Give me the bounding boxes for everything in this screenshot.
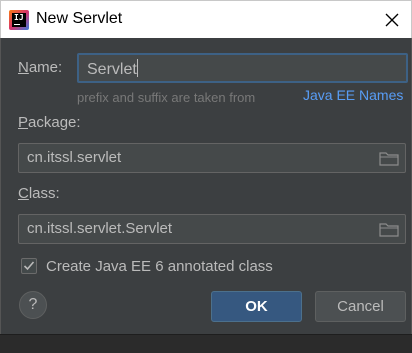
title-bar: IJ New Servlet [0,0,412,38]
annotated-class-checkbox[interactable] [21,258,37,274]
package-value: cn.itssl.servlet [27,149,122,166]
ok-button[interactable]: OK [211,291,302,322]
java-ee-names-link[interactable]: Java EE Names [303,87,403,103]
new-servlet-dialog: Name: Servlet prefix and suffix are take… [0,38,412,334]
folder-icon[interactable] [379,221,399,237]
help-button[interactable]: ? [19,291,47,319]
class-label: Class: [18,185,60,202]
name-hint: prefix and suffix are taken from [77,90,256,105]
package-label: Package: [18,114,81,131]
package-field[interactable]: cn.itssl.servlet [18,143,406,173]
checkmark-icon [23,261,35,271]
intellij-idea-icon: IJ [9,10,29,30]
name-input[interactable]: Servlet [77,53,408,83]
cancel-button[interactable]: Cancel [315,291,406,322]
background-editor-strip [0,334,412,353]
class-field[interactable]: cn.itssl.servlet.Servlet [18,214,406,244]
name-label: Name: [18,59,63,76]
class-value: cn.itssl.servlet.Servlet [27,220,173,237]
window-title: New Servlet [36,10,123,27]
close-icon [385,13,399,27]
text-caret [136,59,138,77]
annotated-class-label: Create Java EE 6 annotated class [46,258,273,275]
folder-icon[interactable] [379,150,399,166]
close-button[interactable] [379,7,405,33]
